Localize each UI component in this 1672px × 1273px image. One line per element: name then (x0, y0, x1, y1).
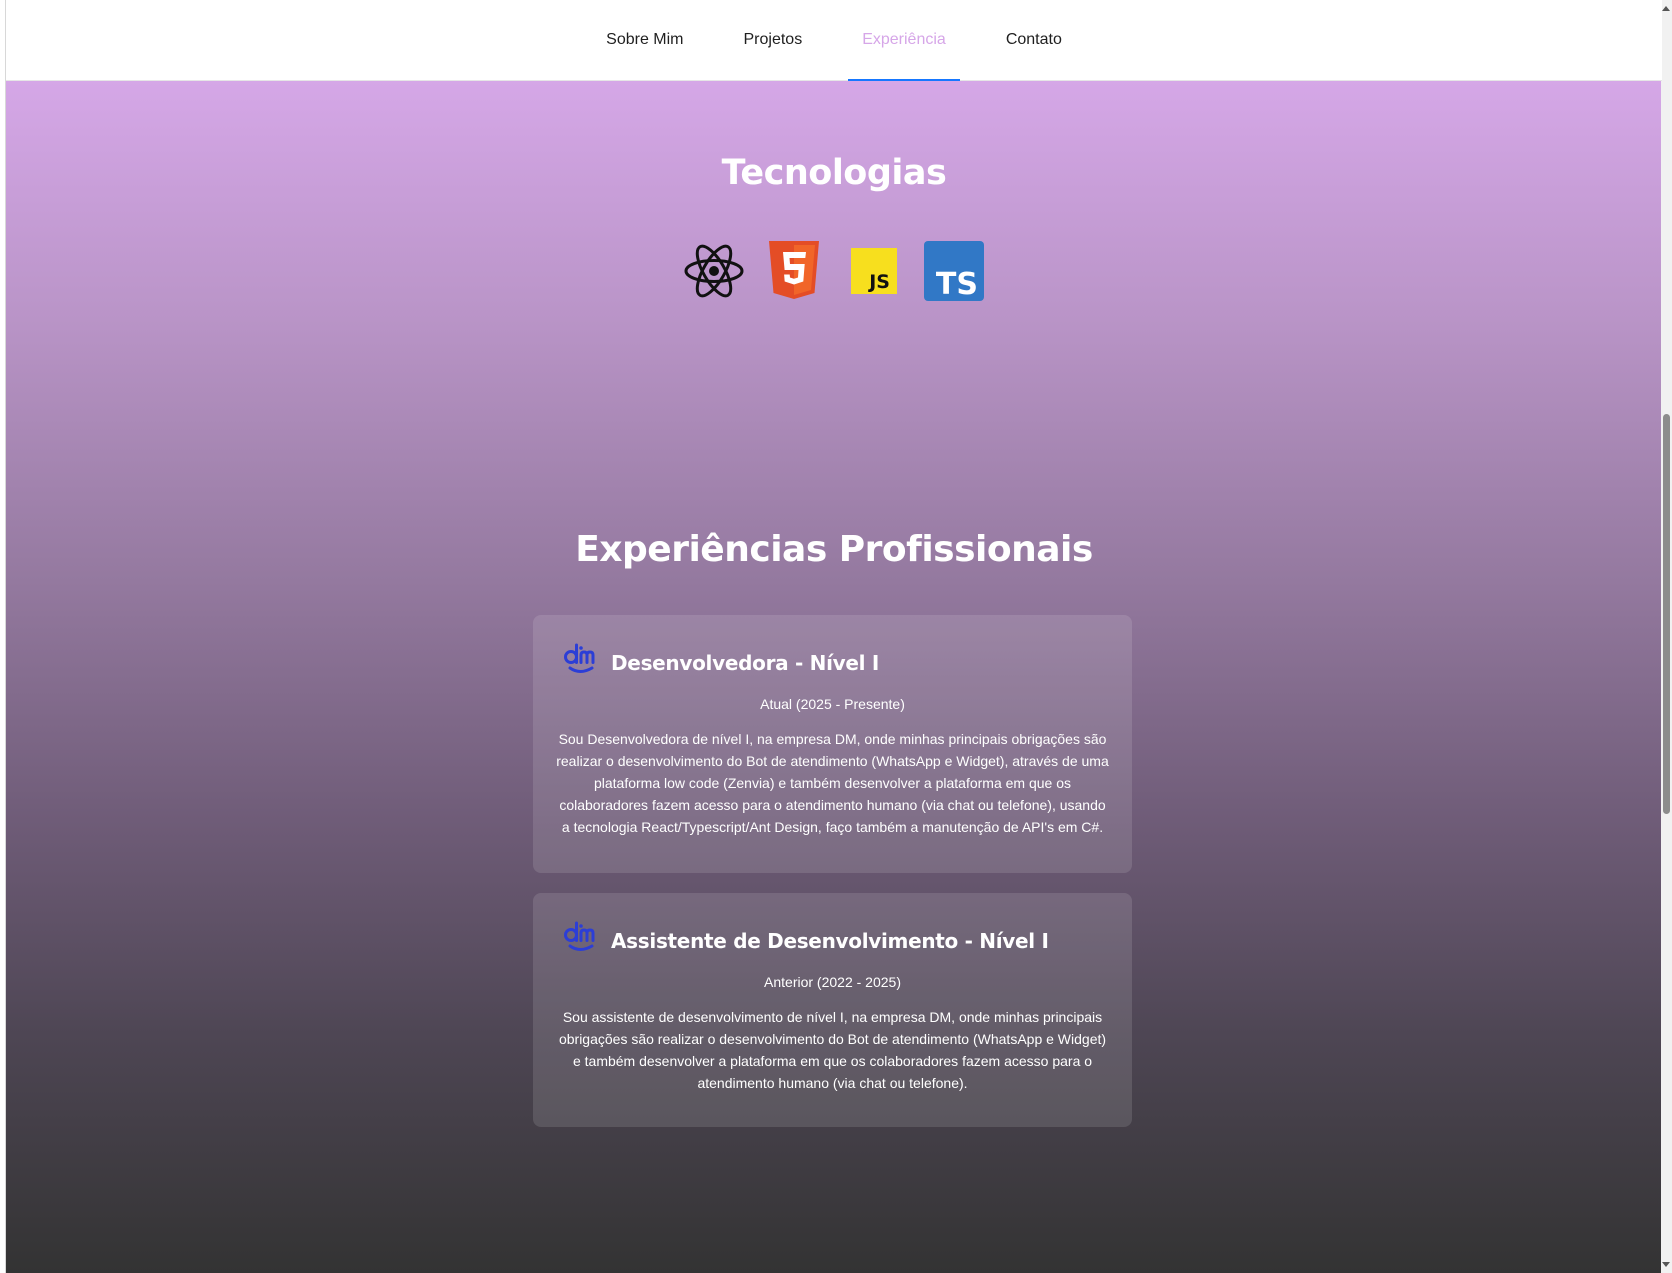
card-header: Assistente de Desenvolvimento - Nível I (555, 921, 1110, 960)
experience-card: Desenvolvedora - Nível I Atual (2025 - P… (533, 615, 1132, 873)
javascript-icon: JS (844, 241, 904, 301)
card-period: Atual (2025 - Presente) (760, 696, 905, 712)
card-description: Sou assistente de desenvolvimento de nív… (558, 1009, 1107, 1091)
js-label: JS (867, 271, 890, 293)
nav-experiencia[interactable]: Experiência (848, 0, 960, 81)
card-period: Anterior (2022 - 2025) (764, 974, 901, 990)
tech-icons-row: JS TS (6, 241, 1662, 301)
card-role-title: Desenvolvedora - Nível I (611, 650, 880, 675)
page-scrollbar[interactable] (1661, 0, 1672, 1273)
browser-viewport: Sobre Mim Projetos Experiência Contato T… (5, 0, 1662, 1273)
card-role-title: Assistente de Desenvolvimento - Nível I (611, 928, 1049, 953)
experience-card: Assistente de Desenvolvimento - Nível I … (533, 893, 1132, 1127)
nav-contato[interactable]: Contato (992, 0, 1076, 80)
scrollbar-thumb[interactable] (1663, 414, 1670, 814)
scroll-down-arrow-icon[interactable] (1662, 1262, 1670, 1267)
typescript-icon: TS (924, 241, 984, 301)
dm-logo-icon (563, 643, 597, 682)
nav-sobre-mim[interactable]: Sobre Mim (592, 0, 697, 80)
html5-icon (764, 241, 824, 301)
tech-section-title: Tecnologias (721, 153, 947, 193)
react-icon (684, 241, 744, 301)
nav-projetos[interactable]: Projetos (730, 0, 817, 80)
scroll-up-arrow-icon[interactable] (1662, 6, 1670, 11)
main-content: Tecnologias JS TS Experiências Profissio… (6, 81, 1662, 1273)
top-navbar: Sobre Mim Projetos Experiência Contato (6, 0, 1662, 81)
experience-section-title: Experiências Profissionais (575, 529, 1093, 570)
ts-label: TS (936, 267, 978, 301)
dm-logo-icon (563, 921, 597, 960)
card-description: Sou Desenvolvedora de nível I, na empres… (556, 731, 1109, 835)
card-header: Desenvolvedora - Nível I (555, 643, 1110, 682)
